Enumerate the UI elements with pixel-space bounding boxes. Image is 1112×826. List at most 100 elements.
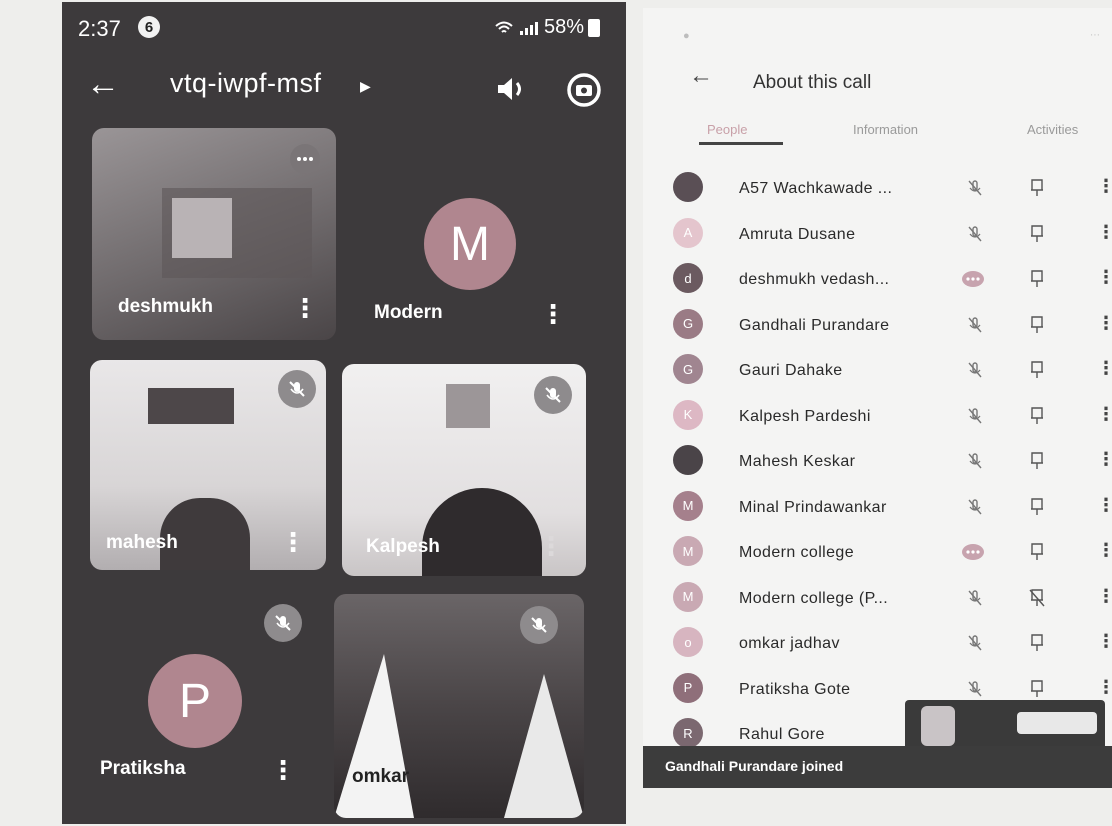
- person-name: Minal Prindawankar: [739, 498, 887, 516]
- more-vert-icon[interactable]: ⋮: [1097, 176, 1112, 197]
- person-name: Modern college: [739, 544, 854, 561]
- avatar: P: [148, 654, 242, 748]
- status-icons: 58%: [494, 16, 600, 39]
- person-name: A57 Wachkawade ...: [739, 180, 893, 197]
- about-call-screen: ● ⋯ ← About this call People Information…: [643, 8, 1112, 788]
- avatar: G: [673, 308, 703, 339]
- person-row[interactable]: G Gauri Dahake ⋮: [643, 348, 1112, 392]
- status-bar-faded: ●: [683, 30, 690, 42]
- more-vert-icon[interactable]: ⋮: [280, 529, 306, 555]
- more-vert-icon[interactable]: ⋮: [1097, 449, 1112, 470]
- pin-icon[interactable]: [1029, 406, 1045, 426]
- status-time: 2:37: [78, 16, 121, 41]
- avatar: K: [673, 399, 703, 430]
- pin-icon[interactable]: [1029, 633, 1045, 653]
- more-vert-icon[interactable]: ⋮: [540, 301, 566, 327]
- mic-off-icon: [965, 497, 985, 517]
- more-vert-icon[interactable]: ⋮: [1097, 631, 1112, 652]
- avatar: P: [673, 672, 703, 703]
- more-vert-icon[interactable]: ⋮: [1097, 313, 1112, 334]
- tab-people[interactable]: People: [707, 122, 747, 137]
- tab-activities[interactable]: Activities: [1027, 122, 1078, 137]
- pin-icon[interactable]: [1029, 451, 1045, 471]
- about-call-header: ← About this call: [643, 60, 1112, 110]
- avatar: [673, 445, 703, 475]
- more-vert-icon[interactable]: ⋮: [1097, 495, 1112, 516]
- back-arrow-icon[interactable]: ←: [689, 62, 713, 90]
- video-feed-frame: [148, 388, 234, 424]
- back-arrow-icon[interactable]: ←: [86, 62, 120, 106]
- person-row[interactable]: M Minal Prindawankar ⋮: [643, 485, 1112, 529]
- switch-camera-icon[interactable]: [566, 72, 602, 108]
- mic-off-icon: [965, 360, 985, 380]
- meeting-code[interactable]: vtq-iwpf-msf: [170, 68, 322, 99]
- video-feed-frame: [446, 384, 490, 428]
- person-row[interactable]: o omkar jadhav ⋮: [643, 621, 1112, 665]
- pin-icon[interactable]: [1029, 315, 1045, 335]
- video-feed-window: [172, 198, 232, 258]
- pin-icon[interactable]: [1029, 679, 1045, 699]
- pin-icon[interactable]: [1029, 360, 1045, 380]
- avatar: R: [673, 718, 703, 748]
- more-vert-icon[interactable]: ⋮: [1097, 222, 1112, 243]
- person-row[interactable]: Mahesh Keskar ⋮: [643, 439, 1112, 483]
- participant-tile[interactable]: Kalpesh ⋮: [342, 364, 586, 576]
- person-row[interactable]: A57 Wachkawade ... ⋮: [643, 166, 1112, 210]
- video-feed-person: [422, 488, 542, 576]
- more-vert-icon[interactable]: ⋮: [292, 295, 318, 321]
- tile-name: deshmukh: [118, 296, 214, 317]
- participant-tile[interactable]: M Modern ⋮: [344, 128, 584, 340]
- toast-text: Gandhali Purandare joined: [665, 758, 844, 774]
- video-feed-light: [504, 674, 584, 818]
- more-vert-icon[interactable]: ⋮: [1097, 404, 1112, 425]
- person-name: Gauri Dahake: [739, 362, 843, 379]
- participant-tile[interactable]: omkar: [334, 594, 584, 818]
- more-vert-icon[interactable]: ⋮: [1097, 358, 1112, 379]
- tab-information[interactable]: Information: [853, 122, 918, 137]
- person-name: Kalpesh Pardeshi: [739, 407, 871, 425]
- caret-right-icon[interactable]: ▶: [360, 78, 371, 95]
- mic-off-icon: [965, 406, 985, 426]
- avatar: G: [673, 354, 703, 384]
- more-vert-icon[interactable]: ⋮: [538, 533, 564, 559]
- pin-icon[interactable]: [1029, 497, 1045, 517]
- more-vert-icon[interactable]: ⋮: [1097, 540, 1112, 561]
- person-name: Pratiksha Gote: [739, 680, 851, 698]
- more-vert-icon[interactable]: ⋮: [1097, 586, 1112, 607]
- person-row[interactable]: M Modern college ⋮: [643, 530, 1112, 574]
- participant-tile[interactable]: P Pratiksha ⋮: [90, 594, 330, 804]
- status-icons-faded: ⋯: [1090, 30, 1100, 41]
- person-name: deshmukh vedash...: [739, 271, 890, 288]
- pin-icon[interactable]: [1029, 542, 1045, 562]
- person-name: Mahesh Keskar: [739, 453, 856, 470]
- avatar: o: [673, 627, 703, 657]
- unpin-icon[interactable]: [1029, 588, 1045, 608]
- pin-icon[interactable]: [1029, 269, 1045, 289]
- person-row[interactable]: d deshmukh vedash... ⋮: [643, 257, 1112, 301]
- speaking-icon: [961, 269, 984, 289]
- avatar: M: [424, 198, 516, 290]
- avatar: M: [673, 581, 703, 612]
- mic-off-icon: [520, 606, 558, 644]
- person-name: Rahul Gore: [739, 726, 825, 743]
- person-row[interactable]: K Kalpesh Pardeshi ⋮: [643, 394, 1112, 438]
- more-vert-icon[interactable]: ⋮: [1097, 267, 1112, 288]
- person-row[interactable]: M Modern college (P... ⋮: [643, 576, 1112, 620]
- notification-badge: 6: [138, 16, 160, 38]
- person-row[interactable]: G Gandhali Purandare ⋮: [643, 303, 1112, 347]
- more-vert-icon[interactable]: ⋮: [1097, 677, 1112, 698]
- person-row[interactable]: A Amruta Dusane ⋮: [643, 212, 1112, 256]
- tile-name: mahesh: [106, 532, 178, 553]
- avatar: M: [673, 536, 703, 566]
- more-vert-icon[interactable]: ⋮: [270, 757, 296, 783]
- participant-tile[interactable]: deshmukh ⋮: [92, 128, 336, 340]
- participant-tile[interactable]: mahesh ⋮: [90, 360, 326, 570]
- speaker-icon[interactable]: [494, 74, 530, 104]
- mic-off-icon: [534, 376, 572, 414]
- pin-icon[interactable]: [1029, 178, 1045, 198]
- mic-off-icon: [290, 144, 320, 174]
- tile-name: Modern: [374, 302, 443, 323]
- page-title: About this call: [753, 72, 872, 93]
- pin-icon[interactable]: [1029, 224, 1045, 244]
- mic-off-icon: [264, 604, 302, 642]
